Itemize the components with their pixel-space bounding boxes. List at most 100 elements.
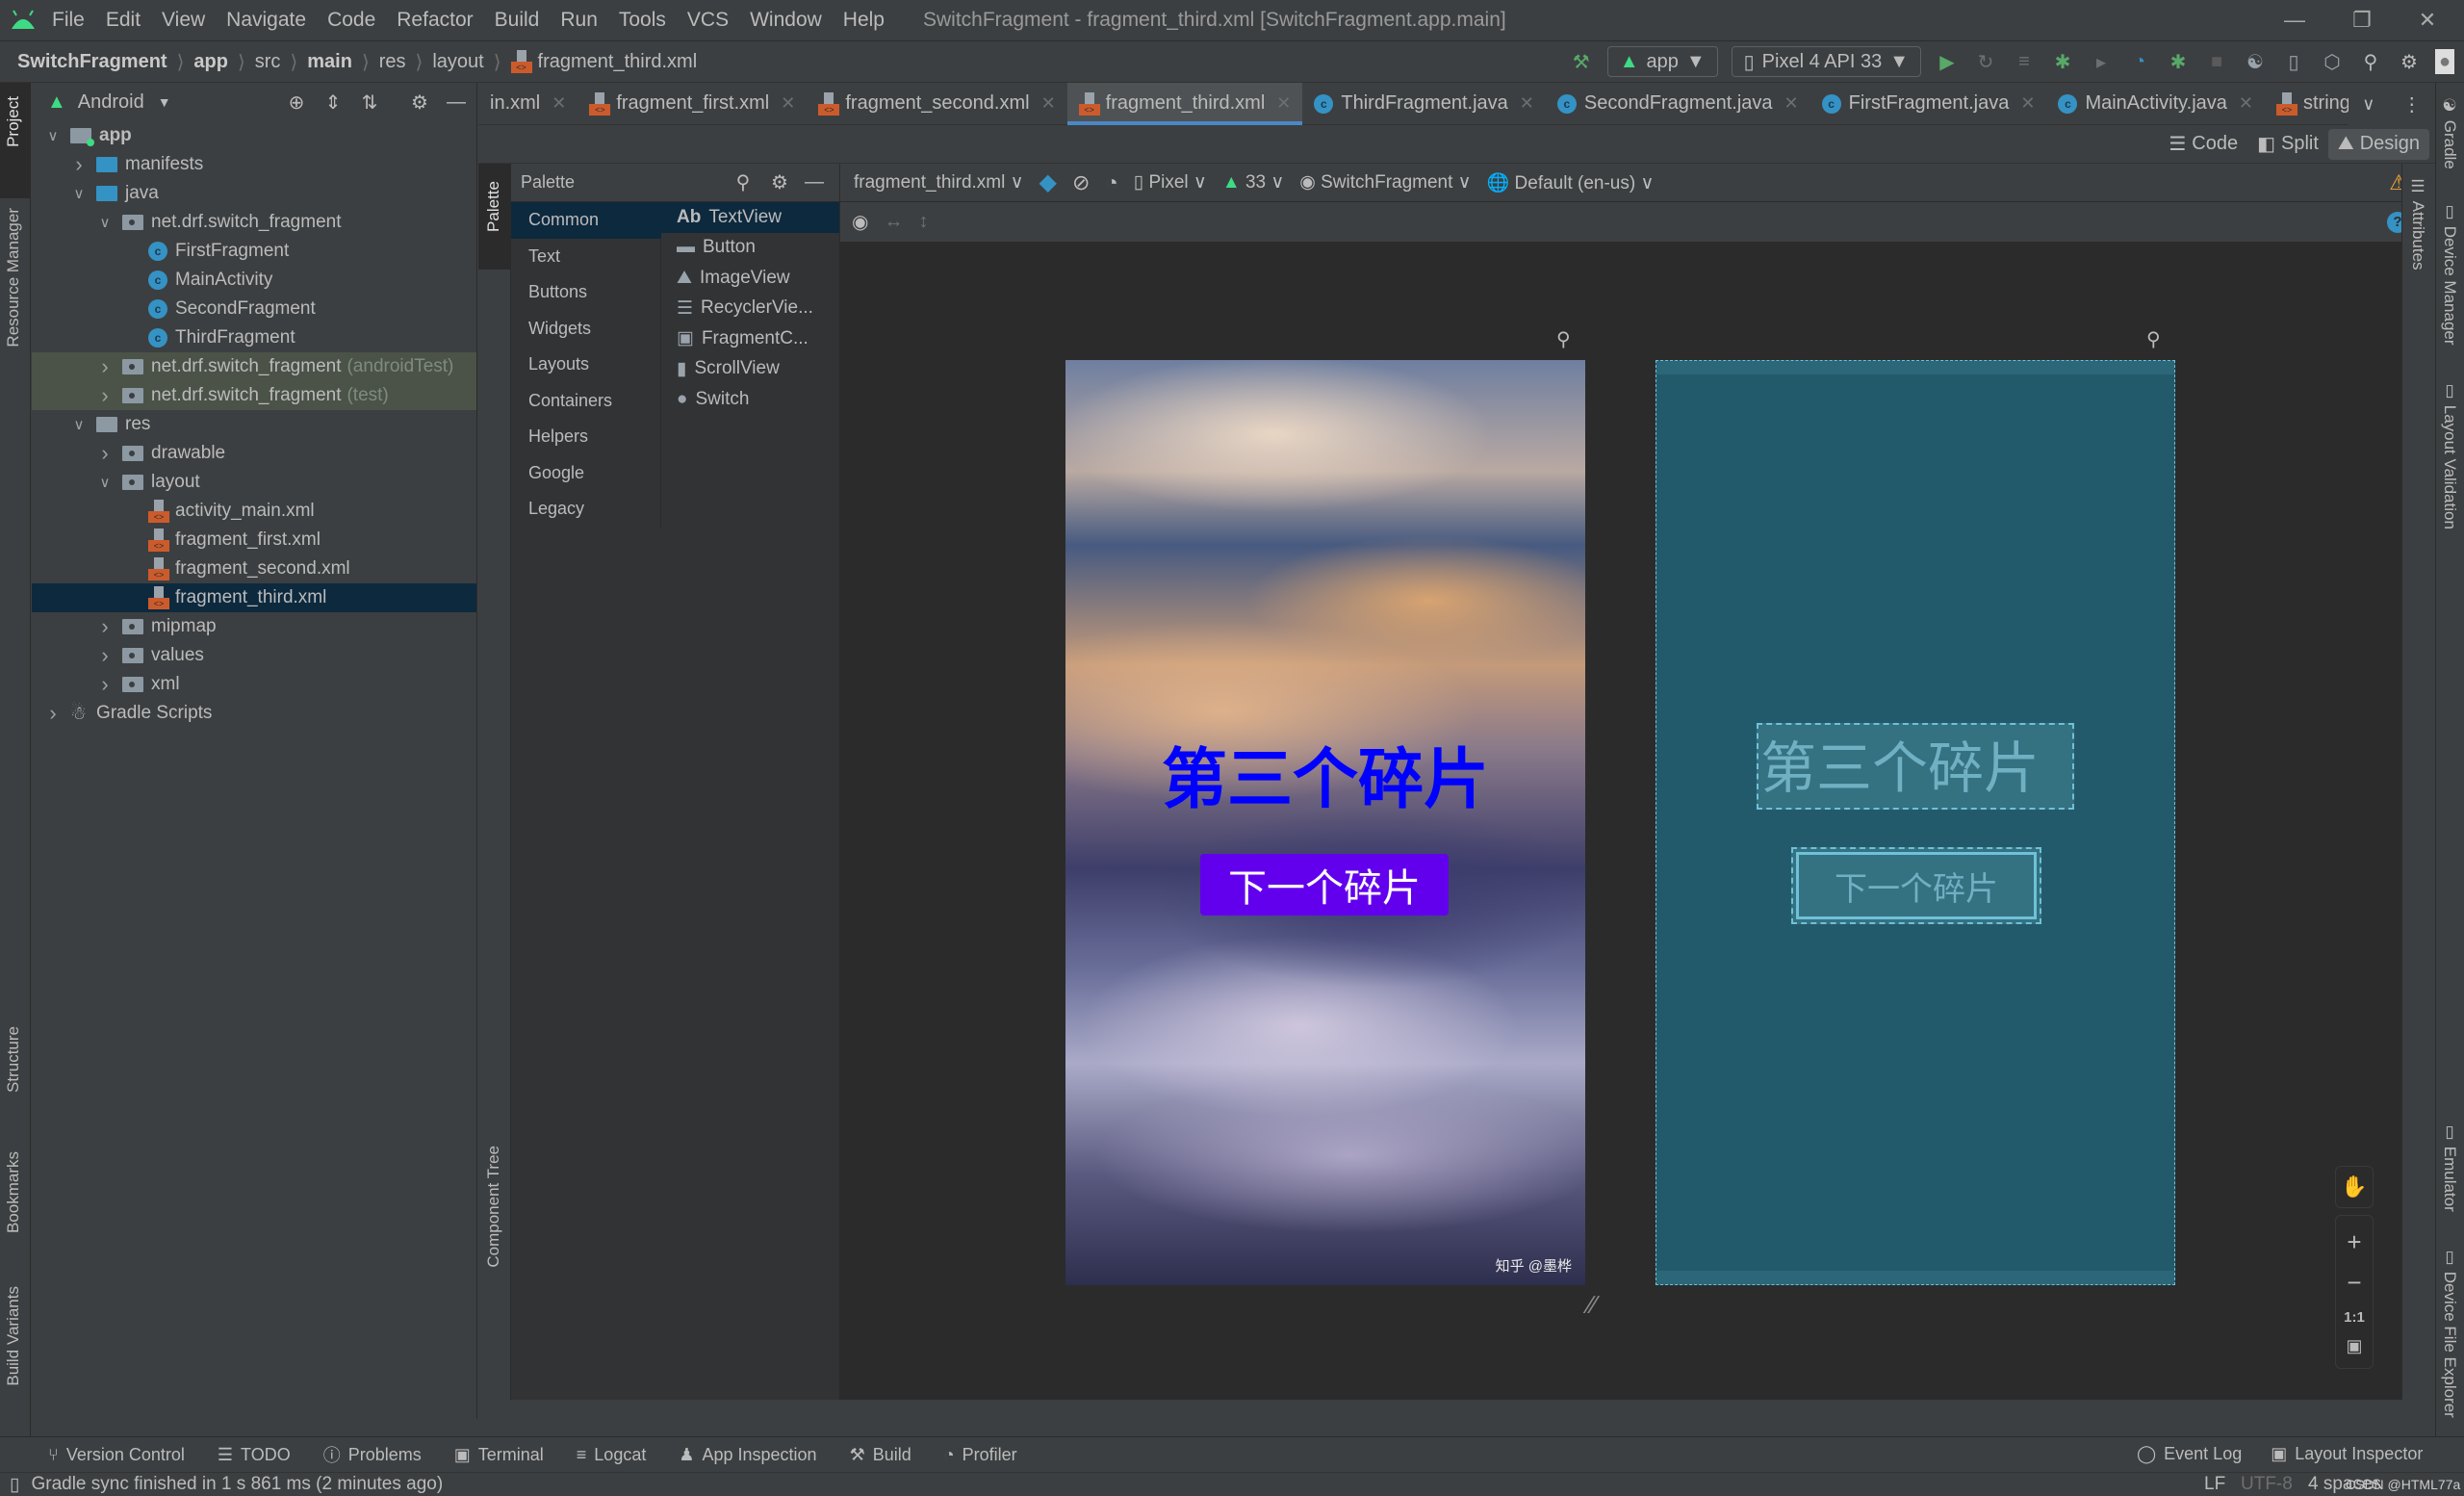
menu-window[interactable]: Window	[750, 9, 822, 32]
editor-tab[interactable]: c MainActivity.java ✕	[2046, 83, 2265, 125]
close-tab-icon[interactable]: ✕	[1041, 93, 1056, 114]
breadcrumb-main[interactable]: main	[307, 51, 352, 73]
menu-file[interactable]: File	[52, 9, 85, 32]
breadcrumb-project[interactable]: SwitchFragment	[17, 51, 167, 73]
editor-tab[interactable]: c FirstFragment.java ✕	[1810, 83, 2047, 125]
editor-tab[interactable]: in.xml ✕	[478, 83, 578, 125]
tree-item[interactable]: c ThirdFragment	[32, 323, 476, 352]
restore-button[interactable]: ❐	[2331, 0, 2393, 40]
zoom-actual-size-button[interactable]: 1:1	[2344, 1309, 2365, 1326]
bottom-tool-button[interactable]: ☰ TODO	[218, 1445, 291, 1465]
chevron-down-icon[interactable]: ▼	[158, 94, 171, 110]
status-toggle-icon[interactable]: ▯	[10, 1474, 19, 1496]
theme-selector[interactable]: ◉ SwitchFragment ∨	[1299, 171, 1471, 193]
chevron-right-icon[interactable]: ›	[71, 152, 87, 177]
chevron-right-icon[interactable]: ›	[97, 672, 113, 697]
run-config-selector[interactable]: ▲ app ▼	[1606, 46, 1718, 77]
blueprint-button[interactable]: 下一个碎片	[1791, 847, 2041, 924]
menu-run[interactable]: Run	[560, 9, 598, 32]
chevron-right-icon[interactable]: ›	[97, 441, 113, 466]
editor-tab[interactable]: c ThirdFragment.java ✕	[1302, 83, 1546, 125]
bottom-tool-button[interactable]: ◔ Profiler	[944, 1445, 1017, 1465]
editor-tab[interactable]: <> fragment_second.xml ✕	[807, 83, 1066, 125]
tree-item[interactable]: c SecondFragment	[32, 295, 476, 323]
line-ending-indicator[interactable]: LF	[2204, 1474, 2225, 1495]
tree-item[interactable]: › values	[32, 641, 476, 670]
palette-category[interactable]: Google	[511, 455, 661, 492]
tree-item[interactable]: › mipmap	[32, 612, 476, 641]
title-textview[interactable]: 第三个碎片	[1065, 726, 1585, 821]
tree-item[interactable]: › ☃ Gradle Scripts	[32, 699, 476, 728]
editor-tab[interactable]: <> fragment_first.xml ✕	[578, 83, 807, 125]
pin-icon[interactable]: ⚲	[1556, 327, 1571, 351]
tree-item[interactable]: <> fragment_second.xml	[32, 555, 476, 583]
menu-edit[interactable]: Edit	[106, 9, 141, 32]
device-manager-tool-tab[interactable]: ▯ Device Manager	[2440, 202, 2459, 346]
stop-icon[interactable]: ■	[2204, 49, 2229, 74]
menu-navigate[interactable]: Navigate	[226, 9, 306, 32]
breadcrumb-module[interactable]: app	[193, 51, 228, 73]
zoom-out-icon[interactable]: −	[2347, 1268, 2361, 1298]
palette-component[interactable]: ▬ Button	[661, 233, 839, 264]
pan-tool[interactable]: ✋	[2335, 1166, 2374, 1208]
night-mode-icon[interactable]: ◔	[1105, 170, 1117, 195]
blueprint-preview[interactable]: 第三个碎片 下一个碎片	[1656, 360, 2175, 1285]
chevron-right-icon[interactable]: ›	[45, 701, 61, 726]
horizontal-resize-icon[interactable]: ↔	[884, 211, 903, 233]
next-fragment-button[interactable]: 下一个碎片	[1200, 854, 1449, 916]
palette-component[interactable]: ☰ RecyclerVie...	[661, 294, 839, 324]
chevron-right-icon[interactable]: ›	[97, 383, 113, 408]
split-view-button[interactable]: ◧ Split	[2247, 129, 2328, 160]
editor-tab[interactable]: <> fragment_third.xml ✕	[1066, 82, 1303, 125]
vertical-resize-icon[interactable]: ↕	[918, 211, 928, 233]
bottom-tool-button[interactable]: ♟ App Inspection	[679, 1445, 816, 1465]
breadcrumb-res[interactable]: res	[379, 51, 406, 73]
search-icon[interactable]: ⚲	[731, 170, 756, 195]
palette-component[interactable]: Ab TextView	[661, 202, 839, 233]
hide-panel-icon[interactable]: —	[444, 90, 469, 115]
chevron-right-icon[interactable]: ›	[97, 643, 113, 668]
locale-selector[interactable]: 🌐 Default (en-us) ∨	[1487, 171, 1655, 194]
device-manager-icon[interactable]: ▯	[2281, 49, 2306, 74]
chevron-right-icon[interactable]: ›	[97, 354, 113, 379]
locate-file-icon[interactable]: ⊕	[284, 90, 309, 115]
structure-tool-tab[interactable]: Structure	[4, 1026, 23, 1093]
breadcrumb-file[interactable]: fragment_third.xml	[538, 51, 698, 73]
tree-item[interactable]: ∨ res	[32, 410, 476, 439]
layout-validation-tool-tab[interactable]: ▯ Layout Validation	[2440, 381, 2459, 529]
zoom-in-icon[interactable]: +	[2347, 1227, 2361, 1257]
palette-component[interactable]: ▣ FragmentC...	[661, 323, 839, 354]
code-view-button[interactable]: ☰ Code	[2159, 129, 2247, 160]
settings-gear-icon[interactable]: ⚙	[767, 170, 792, 195]
design-surface-icon[interactable]: ◆	[1040, 168, 1057, 196]
device-file-explorer-tool-tab[interactable]: ▯ Device File Explorer	[2440, 1248, 2459, 1418]
close-tab-icon[interactable]: ✕	[2020, 93, 2035, 114]
attributes-tool-tab[interactable]: ☰ Attributes	[2408, 177, 2427, 271]
chevron-down-icon[interactable]: ∨	[71, 185, 87, 202]
tree-item[interactable]: c MainActivity	[32, 266, 476, 295]
attach-debugger-icon[interactable]: ▸	[2089, 49, 2114, 74]
more-options-icon[interactable]: ⋮	[2402, 92, 2422, 116]
palette-category[interactable]: Text	[511, 239, 661, 275]
bottom-tool-button[interactable]: ⑂ Version Control	[48, 1445, 185, 1465]
palette-category[interactable]: Common	[511, 202, 661, 239]
menu-build[interactable]: Build	[495, 9, 540, 32]
design-view-button[interactable]: ⛰ Design	[2327, 128, 2429, 160]
tree-item[interactable]: ∨ app	[32, 121, 476, 150]
menu-code[interactable]: Code	[327, 9, 375, 32]
bookmarks-tool-tab[interactable]: Bookmarks	[4, 1151, 23, 1233]
menu-help[interactable]: Help	[843, 9, 885, 32]
tree-item[interactable]: ∨ layout	[32, 468, 476, 497]
api-level-selector[interactable]: ▲ 33 ∨	[1222, 171, 1284, 193]
palette-category[interactable]: Helpers	[511, 419, 661, 455]
tree-item[interactable]: ∨ net.drf.switch_fragment	[32, 208, 476, 237]
bottom-tool-button[interactable]: ▣ Terminal	[454, 1445, 544, 1465]
chevron-down-icon[interactable]: ∨	[2362, 94, 2374, 115]
palette-component[interactable]: ⛰ ImageView	[661, 263, 839, 294]
tree-item[interactable]: › net.drf.switch_fragment (androidTest)	[32, 352, 476, 381]
tree-item[interactable]: <> fragment_first.xml	[32, 526, 476, 555]
sdk-manager-icon[interactable]: ⬡	[2320, 49, 2345, 74]
bottom-tool-button[interactable]: ⚒ Build	[850, 1445, 911, 1465]
close-tab-icon[interactable]: ✕	[781, 93, 795, 114]
chevron-down-icon[interactable]: ∨	[97, 474, 113, 491]
